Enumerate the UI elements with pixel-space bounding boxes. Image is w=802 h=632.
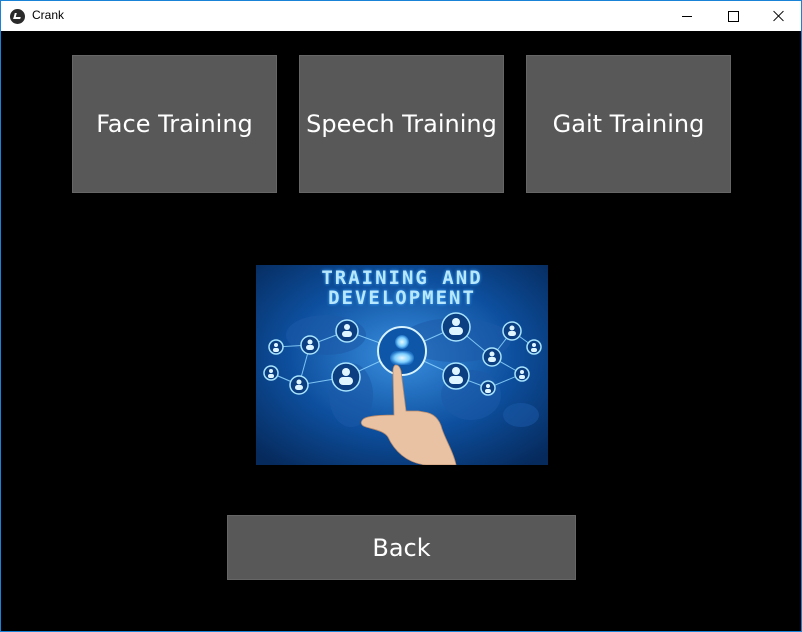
gait-training-button[interactable]: Gait Training [526, 55, 731, 193]
image-caption-line2: DEVELOPMENT [328, 287, 476, 309]
image-caption-line1: TRAINING AND [321, 267, 483, 289]
window-title: Crank [32, 8, 65, 22]
speech-training-button[interactable]: Speech Training [299, 55, 504, 193]
main-content: Face Training Speech Training Gait Train… [1, 31, 801, 631]
maximize-icon [727, 10, 739, 22]
training-development-image: TRAINING AND DEVELOPMENT [256, 265, 548, 465]
minimize-button[interactable] [664, 1, 710, 31]
close-button[interactable] [756, 1, 802, 31]
close-icon [773, 10, 785, 22]
back-button[interactable]: Back [227, 515, 576, 580]
maximize-button[interactable] [710, 1, 756, 31]
app-logo-icon [10, 9, 25, 24]
minimize-icon [682, 15, 692, 17]
title-bar[interactable]: Crank [1, 1, 801, 31]
app-window: Crank Face Training Speech Training Gait… [0, 0, 802, 632]
face-training-button[interactable]: Face Training [72, 55, 277, 193]
